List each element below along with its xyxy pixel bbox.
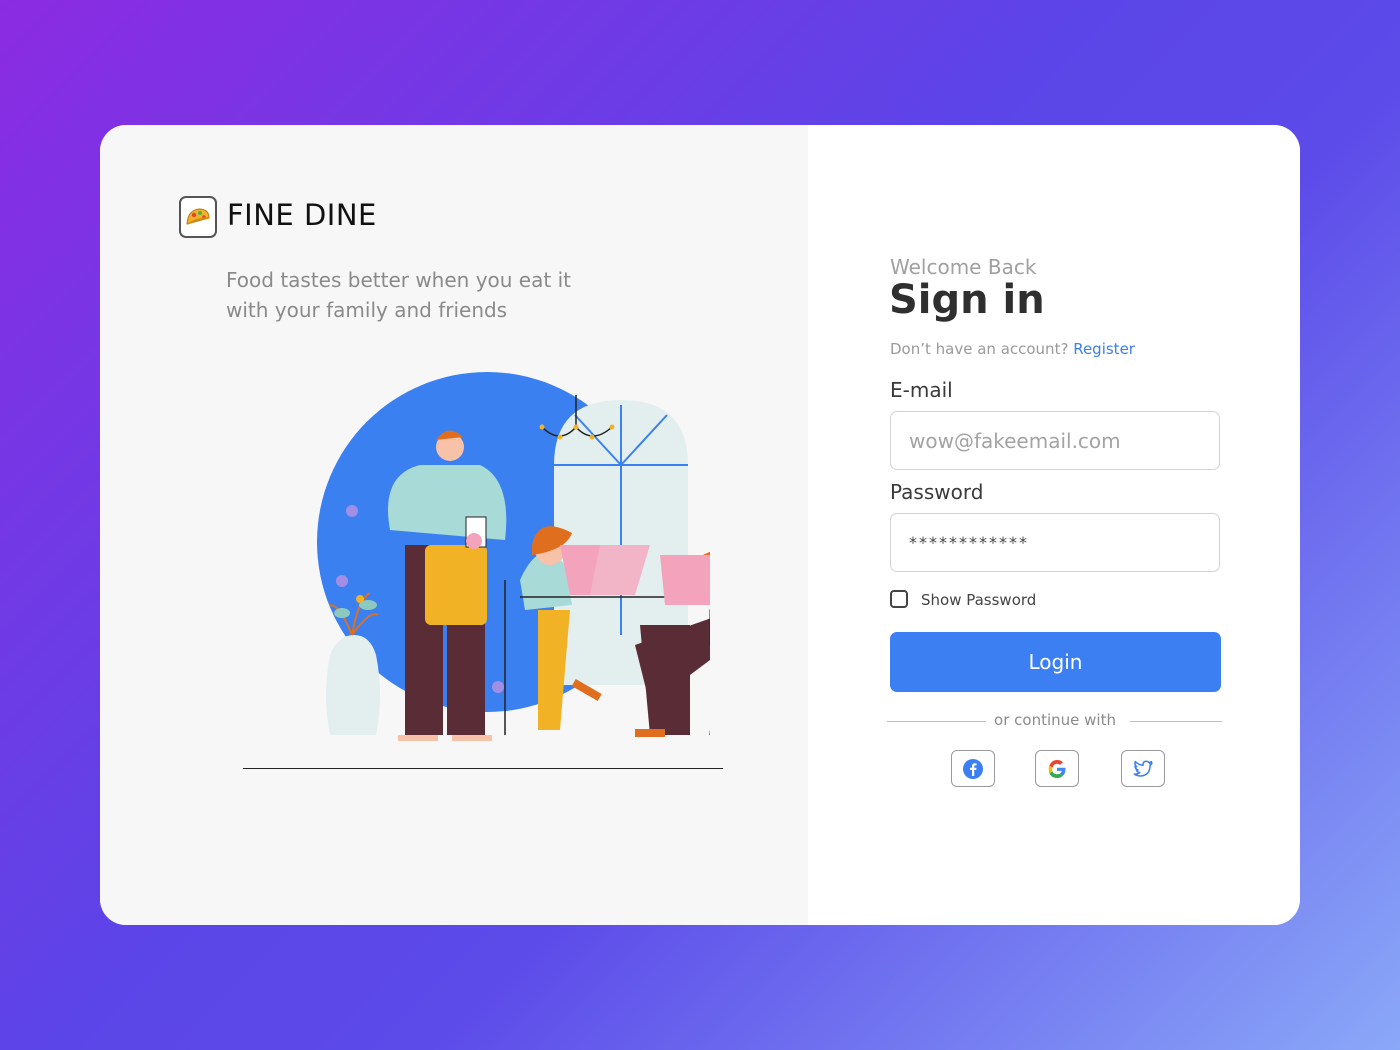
restaurant-illustration — [317, 372, 710, 741]
login-button[interactable]: Login — [890, 632, 1221, 692]
show-password-label[interactable]: Show Password — [921, 591, 1036, 609]
welcome-text: Welcome Back — [890, 255, 1037, 279]
show-password-checkbox[interactable] — [890, 590, 908, 608]
divider-left — [887, 721, 986, 722]
register-link[interactable]: Register — [1073, 340, 1135, 358]
ground-line — [243, 768, 723, 769]
brand-tagline: Food tastes better when you eat it with … — [226, 268, 571, 322]
page-title: Sign in — [889, 277, 1045, 323]
email-label: E-mail — [890, 378, 953, 402]
signin-panel: Welcome Back Sign in Don’t have an accou… — [808, 125, 1300, 925]
google-button[interactable] — [1035, 750, 1079, 787]
facebook-button[interactable] — [951, 750, 995, 787]
password-field[interactable] — [890, 513, 1220, 572]
password-label: Password — [890, 480, 984, 504]
twitter-button[interactable] — [1121, 750, 1165, 787]
continue-with-text: or continue with — [994, 711, 1116, 729]
facebook-icon — [963, 758, 983, 779]
brand-name: FINE DINE — [227, 198, 377, 232]
twitter-icon — [1133, 760, 1153, 777]
taco-icon — [179, 196, 217, 238]
divider-right — [1130, 721, 1222, 722]
google-icon — [1048, 759, 1066, 778]
login-card: FINE DINE Food tastes better when you ea… — [100, 125, 1300, 925]
register-prompt: Don’t have an account? Register — [890, 340, 1135, 358]
no-account-text: Don’t have an account? — [890, 340, 1069, 358]
brand-panel: FINE DINE Food tastes better when you ea… — [100, 125, 808, 925]
email-field[interactable] — [890, 411, 1220, 470]
